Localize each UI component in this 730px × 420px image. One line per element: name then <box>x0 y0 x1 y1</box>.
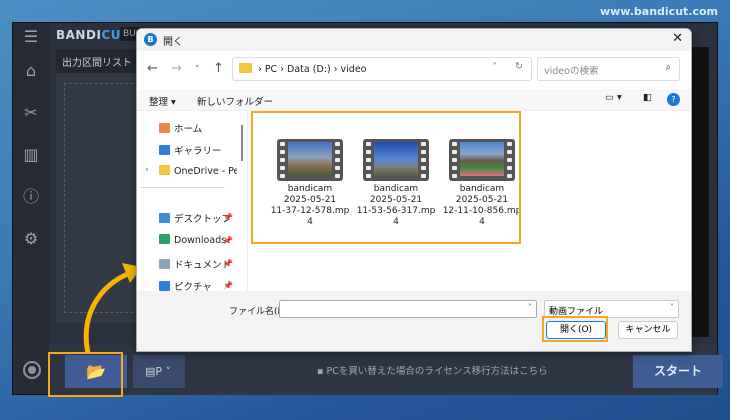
cancel-button[interactable]: キャンセル <box>618 321 678 339</box>
app-icon: B <box>144 33 157 46</box>
help-icon[interactable]: ? <box>667 93 680 106</box>
organize-button[interactable]: 整理 ▾ <box>149 94 176 108</box>
recent-icon[interactable]: ˅ <box>195 65 200 75</box>
site-url: www.bandicut.com <box>599 5 718 18</box>
nav-desktop[interactable]: デスクトップ <box>159 211 231 227</box>
navigation-pane: ホーム ギャラリー › OneDrive - Perso デスクトップ Down… <box>137 111 237 293</box>
address-bar[interactable]: › PC › Data (D:) › video ˅ ↻ <box>232 57 532 81</box>
pin-icon: 📌 <box>223 236 233 245</box>
files-highlight <box>251 111 521 244</box>
refresh-icon[interactable]: ↻ <box>515 61 523 72</box>
open-file-dialog: 開く B ✕ ← → ˅ ↑ › PC › Data (D:) › video ˅… <box>136 28 692 352</box>
open-button-highlight <box>48 352 123 397</box>
pin-icon: 📌 <box>223 281 233 290</box>
preview-pane-icon[interactable]: ◧ <box>643 92 652 103</box>
film-icon: ▤ <box>145 365 156 378</box>
cut-icon[interactable]: ✂ <box>21 103 41 123</box>
document-icon <box>159 259 170 269</box>
chevron-down-icon: ˅ <box>670 303 674 312</box>
home-icon[interactable]: ⌂ <box>21 61 41 81</box>
scrollbar[interactable] <box>241 125 243 161</box>
info-icon[interactable]: ⓘ <box>21 187 41 207</box>
menu-icon[interactable]: ☰ <box>21 27 41 47</box>
nav-onedrive[interactable]: OneDrive - Perso <box>159 165 237 181</box>
nav-gallery[interactable]: ギャラリー <box>159 143 222 159</box>
folder-icon <box>159 165 170 175</box>
download-icon <box>159 234 170 244</box>
sidebar: ☰ ⌂ ✂ ▥ ⓘ ⚙ <box>13 23 49 394</box>
close-button[interactable]: ✕ <box>672 31 683 46</box>
record-icon[interactable] <box>23 361 41 379</box>
search-icon: ⌕ <box>665 62 671 73</box>
nav-documents[interactable]: ドキュメント <box>159 257 231 273</box>
forward-icon[interactable]: → <box>171 61 182 76</box>
logo: BANDICUT <box>56 28 130 42</box>
up-icon[interactable]: ↑ <box>213 61 224 76</box>
start-button[interactable]: スタート <box>633 355 723 388</box>
preview-area <box>689 47 709 337</box>
pictures-icon <box>159 281 170 291</box>
back-icon[interactable]: ← <box>147 61 158 76</box>
desktop-icon <box>159 213 170 223</box>
settings-icon[interactable]: ⚙ <box>21 229 41 249</box>
nav-home[interactable]: ホーム <box>159 121 202 137</box>
chevron-down-icon[interactable]: ˅ <box>492 62 497 73</box>
merge-icon[interactable]: ▥ <box>21 145 41 165</box>
pin-icon: 📌 <box>223 259 233 268</box>
output-format-button[interactable]: ▤P ˅ <box>133 355 185 388</box>
home-icon <box>159 123 170 133</box>
expand-icon[interactable]: › <box>145 165 149 175</box>
new-folder-button[interactable]: 新しいフォルダー <box>197 94 273 108</box>
folder-icon <box>239 63 252 73</box>
gallery-icon <box>159 145 170 155</box>
license-message-link[interactable]: ▪ PCを買い替えた場合のライセンス移行方法はこちら <box>317 363 548 377</box>
pin-icon: 📌 <box>223 213 233 222</box>
list-header: 出力区間リスト <box>56 49 146 73</box>
toolbar: 整理 ▾ 新しいフォルダー ▭ ▾ ◧ ? <box>137 89 691 111</box>
nav-downloads[interactable]: Downloads <box>159 234 226 250</box>
search-input[interactable]: videoの検索 ⌕ <box>537 57 680 81</box>
view-icon[interactable]: ▭ ▾ <box>605 92 622 103</box>
filename-input[interactable]: ˅ <box>279 300 537 318</box>
open-button-highlight <box>542 316 608 342</box>
divider <box>141 187 225 188</box>
chevron-down-icon[interactable]: ˅ <box>528 303 532 312</box>
dialog-title: 開く <box>137 29 691 51</box>
